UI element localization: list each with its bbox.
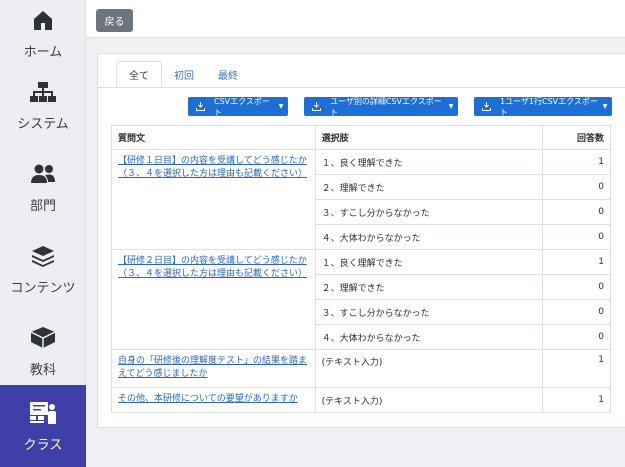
choice-cell: ３、すこし分からなかった [314, 299, 544, 325]
download-icon [312, 102, 326, 111]
caret-down-icon: ▼ [602, 103, 608, 110]
choice-cell: ３、すこし分からなかった [314, 199, 544, 225]
caret-down-icon: ▼ [278, 103, 284, 110]
choice-cell: ４、大体わからなかった [314, 324, 544, 350]
sidebar-item-contents[interactable]: コンテンツ [0, 228, 86, 310]
classroom-icon [29, 400, 57, 426]
tab-last[interactable]: 最終 [206, 61, 250, 88]
count-cell: 1 [542, 149, 611, 175]
results-panel: 全て 初回 最終 CSVエクスポート ▼ ユーザ別の詳細CSVエクスポート ▼ … [97, 53, 625, 428]
user-detail-csv-export-button[interactable]: ユーザ別の詳細CSVエクスポート ▼ [304, 96, 458, 117]
question-cell: 自身の「研修後の理解度テスト」の結果を踏まえてどう感じましたか [111, 349, 316, 388]
table-row: その他、本研修についての要望がありますか (テキスト入力) 1 [111, 387, 611, 413]
count-cell: 0 [542, 224, 611, 250]
question-cell: 【研修１日目】の内容を受講してどう感じたか（３、４を選択した方は理由も記載くださ… [111, 149, 316, 250]
layers-icon [29, 243, 57, 269]
sidebar-item-home[interactable]: ホーム [0, 0, 86, 74]
sidebar-item-system[interactable]: システム [0, 64, 86, 146]
tab-divider [98, 87, 625, 88]
header-count: 回答数 [542, 125, 611, 150]
choice-cell: ４、大体わからなかった [314, 224, 544, 250]
sidebar-item-subject[interactable]: 教科 [0, 310, 86, 392]
question-link[interactable]: 【研修２日目】の内容を受講してどう感じたか（３、４を選択した方は理由も記載くださ… [118, 256, 307, 279]
table-header-row: 質問文 選択肢 回答数 [111, 125, 611, 150]
count-cell: 0 [542, 174, 611, 200]
one-row-csv-export-button[interactable]: 1ユーザ1行CSVエクスポート ▼ [474, 96, 612, 117]
download-icon [196, 102, 210, 111]
question-link[interactable]: その他、本研修についての要望がありますか [118, 394, 298, 404]
sidebar-item-label: 教科 [29, 362, 56, 378]
one-row-csv-export-label: 1ユーザ1行CSVエクスポート [500, 96, 598, 117]
question-link[interactable]: 自身の「研修後の理解度テスト」の結果を踏まえてどう感じましたか [118, 356, 307, 379]
back-button[interactable]: 戻る [96, 9, 133, 32]
results-table: 質問文 選択肢 回答数 【研修１日目】の内容を受講してどう感じたか（３、４を選択… [111, 125, 611, 413]
sitemap-icon [29, 79, 57, 105]
count-cell: 0 [542, 274, 611, 300]
header-choice: 選択肢 [314, 125, 544, 150]
top-toolbar: 戻る [86, 0, 625, 38]
csv-export-label: CSVエクスポート [214, 96, 270, 117]
choice-cell: ２、理解できた [314, 274, 544, 300]
choice-cell: ２、理解できた [314, 174, 544, 200]
count-cell: 1 [542, 249, 611, 275]
choice-cell: １、良く理解できた [314, 249, 544, 275]
home-icon [29, 7, 57, 33]
sidebar-item-label: システム [17, 116, 69, 132]
user-detail-csv-export-label: ユーザ別の詳細CSVエクスポート [330, 96, 442, 117]
users-icon [29, 161, 57, 187]
sidebar-item-label: 部門 [29, 198, 56, 214]
table-row: 【研修１日目】の内容を受講してどう感じたか（３、４を選択した方は理由も記載くださ… [111, 149, 611, 250]
table-row: 【研修２日目】の内容を受講してどう感じたか（３、４を選択した方は理由も記載くださ… [111, 249, 611, 350]
csv-export-button[interactable]: CSVエクスポート ▼ [188, 96, 288, 117]
question-link[interactable]: 【研修１日目】の内容を受講してどう感じたか（３、４を選択した方は理由も記載くださ… [118, 156, 307, 179]
sidebar-item-label: ホーム [23, 44, 63, 60]
header-question: 質問文 [111, 125, 316, 150]
sidebar-item-label: コンテンツ [10, 280, 76, 296]
table-row: 自身の「研修後の理解度テスト」の結果を踏まえてどう感じましたか (テキスト入力)… [111, 349, 611, 388]
question-cell: その他、本研修についての要望がありますか [111, 387, 316, 413]
caret-down-icon: ▼ [448, 103, 454, 110]
count-cell: 0 [542, 199, 611, 225]
count-cell: 1 [542, 387, 611, 413]
tab-first[interactable]: 初回 [162, 61, 206, 88]
choice-cell: １、良く理解できた [314, 149, 544, 175]
sidebar-item-label: クラス [23, 437, 63, 453]
sidebar-item-class[interactable]: クラス [0, 385, 86, 467]
sidebar: ホーム システム 部門 コンテンツ 教科 クラス [0, 0, 86, 467]
choice-cell: (テキスト入力) [314, 349, 544, 388]
count-cell: 0 [542, 324, 611, 350]
choice-cell: (テキスト入力) [314, 387, 544, 413]
book-icon [29, 325, 57, 351]
sidebar-item-department[interactable]: 部門 [0, 146, 86, 228]
question-cell: 【研修２日目】の内容を受講してどう感じたか（３、４を選択した方は理由も記載くださ… [111, 249, 316, 350]
tab-bar: 全て 初回 最終 [116, 61, 250, 88]
count-cell: 0 [542, 299, 611, 325]
count-cell: 1 [542, 349, 611, 388]
download-icon [482, 102, 496, 111]
tab-all[interactable]: 全て [116, 61, 162, 88]
